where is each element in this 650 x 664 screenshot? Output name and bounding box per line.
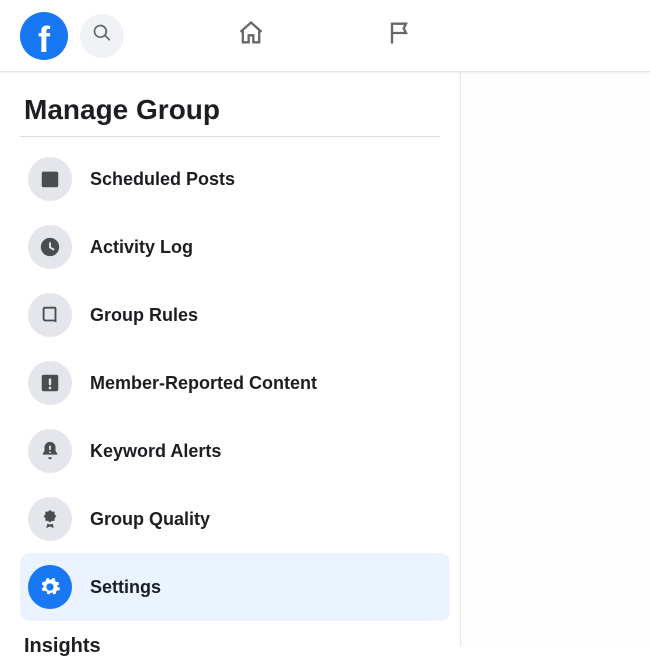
home-nav-button[interactable] (237, 19, 265, 52)
search-button[interactable] (80, 14, 124, 58)
facebook-f-letter: f (38, 22, 50, 58)
top-navigation: f (0, 0, 650, 72)
content-area (460, 72, 650, 646)
sidebar-item-group-quality[interactable]: Group Quality (20, 485, 450, 553)
sidebar-item-label: Activity Log (90, 237, 193, 258)
sidebar-item-label: Group Quality (90, 509, 210, 530)
manage-group-menu: Scheduled Posts Activity Log Group Rules… (20, 145, 450, 621)
sidebar-item-label: Keyword Alerts (90, 441, 221, 462)
sidebar-item-label: Scheduled Posts (90, 169, 235, 190)
sidebar-item-member-reported[interactable]: Member-Reported Content (20, 349, 450, 417)
pages-nav-button[interactable] (385, 19, 413, 52)
sidebar-item-keyword-alerts[interactable]: Keyword Alerts (20, 417, 450, 485)
home-icon (237, 19, 265, 52)
sidebar-item-settings[interactable]: Settings (20, 553, 450, 621)
calendar-icon (28, 157, 72, 201)
book-icon (28, 293, 72, 337)
search-icon (92, 23, 112, 48)
sidebar-item-group-rules[interactable]: Group Rules (20, 281, 450, 349)
flag-icon (385, 19, 413, 52)
facebook-logo[interactable]: f (20, 12, 68, 60)
sidebar-item-activity-log[interactable]: Activity Log (20, 213, 450, 281)
alert-square-icon (28, 361, 72, 405)
sidebar-item-label: Group Rules (90, 305, 198, 326)
sidebar-item-label: Settings (90, 577, 161, 598)
section-title-insights: Insights (20, 621, 460, 664)
section-title-manage-group: Manage Group (20, 88, 440, 137)
alert-bell-icon (28, 429, 72, 473)
clock-icon (28, 225, 72, 269)
sidebar-item-scheduled-posts[interactable]: Scheduled Posts (20, 145, 450, 213)
ribbon-icon (28, 497, 72, 541)
gear-icon (28, 565, 72, 609)
left-sidebar: Manage Group Scheduled Posts Activity Lo… (0, 72, 460, 646)
sidebar-item-label: Member-Reported Content (90, 373, 317, 394)
main-layout: Manage Group Scheduled Posts Activity Lo… (0, 72, 650, 646)
